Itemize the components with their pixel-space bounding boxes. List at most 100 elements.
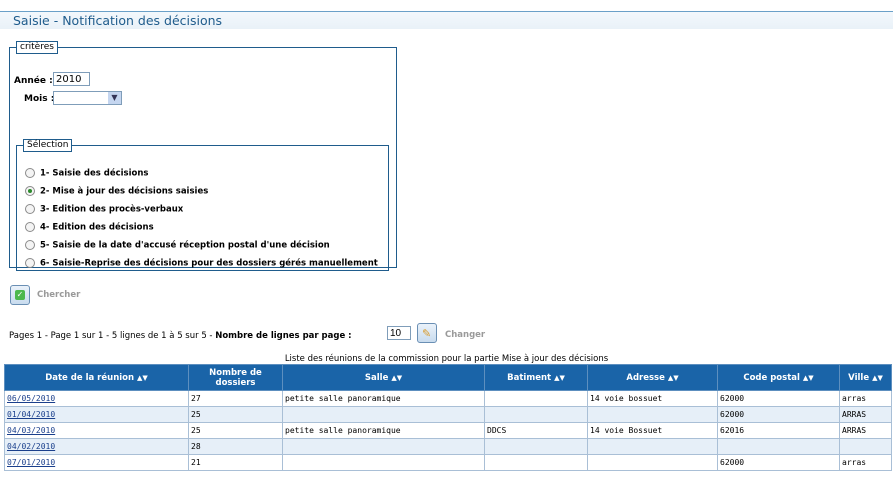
cell-nombre: 28 xyxy=(188,438,283,455)
selection-option-label: 3- Edition des procès-verbaux xyxy=(40,204,184,215)
cell-salle: petite salle panoramique xyxy=(282,422,485,439)
selection-option-label: 1- Saisie des décisions xyxy=(40,168,149,179)
radio-button[interactable] xyxy=(25,222,35,232)
meeting-date-link[interactable]: 01/04/2010 xyxy=(7,410,55,419)
page-title: Saisie - Notification des décisions xyxy=(13,13,223,28)
page-header: Saisie - Notification des décisions xyxy=(0,11,893,29)
cell-nombre: 21 xyxy=(188,454,283,471)
pagination-info: Pages 1 - Page 1 sur 1 - 5 lignes de 1 à… xyxy=(9,331,352,341)
month-label: Mois : xyxy=(24,94,55,104)
cell-ville: arras xyxy=(839,390,892,407)
meetings-table: Date de la réunion ▲▼ Nombre de dossiers… xyxy=(4,364,892,471)
radio-button[interactable] xyxy=(25,258,35,268)
table-row: 01/04/2010 25 62000 ARRAS xyxy=(4,406,892,423)
lines-per-page-input[interactable] xyxy=(387,326,411,340)
cell-adresse xyxy=(587,454,718,471)
cell-salle: petite salle panoramique xyxy=(282,390,485,407)
selection-option[interactable]: 5- Saisie de la date d'accusé réception … xyxy=(25,240,330,251)
meeting-date-link[interactable]: 06/05/2010 xyxy=(7,394,55,403)
table-row: 07/01/2010 21 62000 arras xyxy=(4,454,892,471)
cell-ville xyxy=(839,438,892,455)
cell-adresse: 14 voie Bossuet xyxy=(587,422,718,439)
pagination-text: Pages 1 - Page 1 sur 1 - 5 lignes de 1 à… xyxy=(9,331,216,341)
cell-ville: arras xyxy=(839,454,892,471)
cell-date: 01/04/2010 xyxy=(4,406,189,423)
lines-per-page-label: Nombre de lignes par page : xyxy=(215,331,352,341)
search-button-label[interactable]: Chercher xyxy=(37,290,80,300)
selection-option-label: 5- Saisie de la date d'accusé réception … xyxy=(40,240,330,251)
cell-salle xyxy=(282,406,485,423)
header-ville[interactable]: Ville ▲▼ xyxy=(839,364,892,391)
selection-option-label: 6- Saisie-Reprise des décisions pour des… xyxy=(40,258,378,269)
radio-button[interactable] xyxy=(25,240,35,250)
cell-date: 07/01/2010 xyxy=(4,454,189,471)
selection-fieldset: Sélection 1- Saisie des décisions 2- Mise… xyxy=(16,139,389,271)
selection-option[interactable]: 1- Saisie des décisions xyxy=(25,168,148,179)
cell-nombre: 25 xyxy=(188,422,283,439)
header-code-postal[interactable]: Code postal ▲▼ xyxy=(717,364,840,391)
cell-adresse xyxy=(587,406,718,423)
cell-code-postal: 62000 xyxy=(717,454,840,471)
cell-date: 04/03/2010 xyxy=(4,422,189,439)
header-salle[interactable]: Salle ▲▼ xyxy=(282,364,485,391)
table-row: 04/03/2010 25 petite salle panoramique DDCS… xyxy=(4,422,892,439)
cell-code-postal xyxy=(717,438,840,455)
sort-arrows-icon[interactable]: ▲▼ xyxy=(391,374,402,382)
radio-button[interactable] xyxy=(25,204,35,214)
selection-option-label: 2- Mise à jour des décisions saisies xyxy=(40,186,209,197)
cell-adresse xyxy=(587,438,718,455)
header-nombre: Nombre de dossiers xyxy=(188,364,283,391)
cell-batiment: DDCS xyxy=(484,422,588,439)
header-batiment[interactable]: Batiment ▲▼ xyxy=(484,364,588,391)
sort-arrows-icon[interactable]: ▲▼ xyxy=(872,374,883,382)
sort-arrows-icon[interactable]: ▲▼ xyxy=(803,374,814,382)
cell-adresse: 14 voie bossuet xyxy=(587,390,718,407)
cell-ville: ARRAS xyxy=(839,406,892,423)
selection-legend: Sélection xyxy=(23,139,73,152)
sort-arrows-icon[interactable]: ▲▼ xyxy=(137,374,148,382)
sort-arrows-icon[interactable]: ▲▼ xyxy=(554,374,565,382)
selection-option[interactable]: 3- Edition des procès-verbaux xyxy=(25,204,183,215)
change-button-label[interactable]: Changer xyxy=(445,330,485,340)
cell-nombre: 25 xyxy=(188,406,283,423)
cell-batiment xyxy=(484,390,588,407)
cell-code-postal: 62016 xyxy=(717,422,840,439)
pencil-icon: ✎ xyxy=(422,327,432,340)
meeting-date-link[interactable]: 07/01/2010 xyxy=(7,458,55,467)
meeting-date-link[interactable]: 04/03/2010 xyxy=(7,426,55,435)
radio-button[interactable] xyxy=(25,168,35,178)
cell-batiment xyxy=(484,406,588,423)
header-adresse[interactable]: Adresse ▲▼ xyxy=(587,364,718,391)
table-caption: Liste des réunions de la commission pour… xyxy=(284,354,609,364)
search-button[interactable]: ✓ xyxy=(10,285,30,305)
radio-button[interactable] xyxy=(25,186,35,196)
year-label: Année : xyxy=(14,76,53,86)
cell-code-postal: 62000 xyxy=(717,390,840,407)
sort-arrows-icon[interactable]: ▲▼ xyxy=(668,374,679,382)
cell-salle xyxy=(282,454,485,471)
year-input[interactable] xyxy=(53,72,90,86)
cell-date: 04/02/2010 xyxy=(4,438,189,455)
cell-batiment xyxy=(484,454,588,471)
check-icon: ✓ xyxy=(15,290,25,300)
selection-option-label: 4- Edition des décisions xyxy=(40,222,154,233)
selection-option[interactable]: 2- Mise à jour des décisions saisies xyxy=(25,186,208,197)
cell-nombre: 27 xyxy=(188,390,283,407)
change-button[interactable]: ✎ xyxy=(417,323,437,343)
criteria-legend: critères xyxy=(16,41,58,54)
cell-date: 06/05/2010 xyxy=(4,390,189,407)
selection-option[interactable]: 4- Edition des décisions xyxy=(25,222,154,233)
table-header-row: Date de la réunion ▲▼ Nombre de dossiers… xyxy=(4,364,892,391)
month-select[interactable]: ▼ xyxy=(53,91,122,105)
chevron-down-icon[interactable]: ▼ xyxy=(108,92,121,104)
table-row: 06/05/2010 27 petite salle panoramique 14 v… xyxy=(4,390,892,407)
header-date[interactable]: Date de la réunion ▲▼ xyxy=(4,364,189,391)
criteria-fieldset: critères Année : Mois : ▼ Sélection 1- S… xyxy=(9,41,397,271)
selection-option[interactable]: 6- Saisie-Reprise des décisions pour des… xyxy=(25,258,378,269)
cell-batiment xyxy=(484,438,588,455)
meeting-date-link[interactable]: 04/02/2010 xyxy=(7,442,55,451)
table-row: 04/02/2010 28 xyxy=(4,438,892,455)
cell-ville: ARRAS xyxy=(839,422,892,439)
cell-code-postal: 62000 xyxy=(717,406,840,423)
cell-salle xyxy=(282,438,485,455)
